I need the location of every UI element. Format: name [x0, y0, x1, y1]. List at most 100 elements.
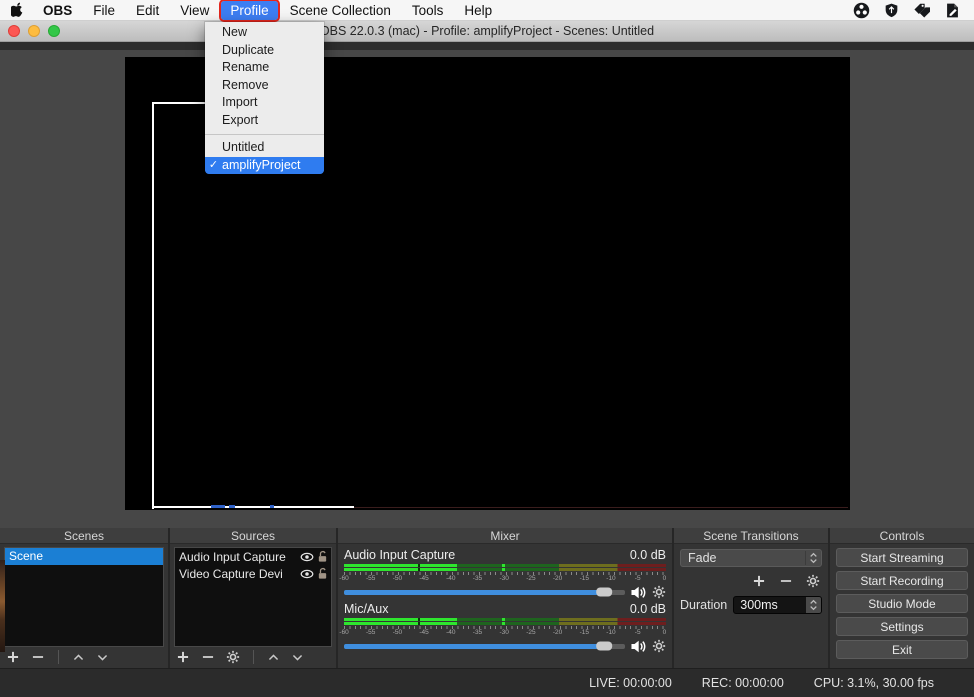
duration-spinbox[interactable]: 300ms [733, 596, 822, 614]
visibility-eye-icon[interactable] [300, 550, 314, 564]
menu-item-import[interactable]: Import [205, 94, 324, 112]
menubar-item-help[interactable]: Help [455, 1, 501, 20]
add-scene-button[interactable] [6, 650, 20, 664]
mixer-channel-name: Audio Input Capture [344, 548, 456, 562]
menu-item-rename[interactable]: Rename [205, 59, 324, 77]
source-list-item[interactable]: Video Capture Devi [175, 565, 331, 582]
video-speck [229, 505, 235, 508]
settings-button[interactable]: Settings [836, 617, 968, 636]
stepper-icon[interactable] [806, 597, 821, 613]
source-list-item[interactable]: Audio Input Capture [175, 548, 331, 565]
scenes-panel: Scenes Scene [0, 528, 168, 668]
speaker-icon[interactable] [630, 639, 647, 654]
window-top-strip [0, 42, 974, 50]
menu-item-label: Remove [222, 77, 269, 92]
move-scene-up-button[interactable] [72, 651, 85, 664]
menubar-item-obs[interactable]: OBS [34, 1, 81, 20]
menu-item-label: Import [222, 95, 258, 109]
document-edit-icon[interactable] [945, 2, 960, 19]
tags-icon[interactable] [913, 2, 931, 18]
remove-source-button[interactable] [201, 650, 215, 664]
menu-item-remove[interactable]: Remove [205, 77, 324, 95]
scenes-list[interactable]: Scene [4, 547, 164, 647]
move-scene-down-button[interactable] [96, 651, 109, 664]
stepper-icon[interactable] [805, 551, 821, 565]
meter-tick-labels: -60 -55 -50 -45 -40 -35 -30 -25 -20 -15 -10 -5 0 [339, 575, 667, 582]
apple-icon[interactable] [10, 2, 26, 18]
menubar-item-tools[interactable]: Tools [403, 1, 453, 20]
minimize-window-button[interactable] [28, 25, 40, 37]
exit-button[interactable]: Exit [836, 640, 968, 659]
menubar-item-file[interactable]: File [84, 1, 124, 20]
speaker-icon[interactable] [630, 585, 647, 600]
cpu-fps: CPU: 3.1%, 30.00 fps [813, 676, 934, 690]
toolbar-divider [253, 650, 254, 664]
channel-settings-gear-icon[interactable] [652, 585, 666, 599]
channel-settings-gear-icon[interactable] [652, 639, 666, 653]
bounding-box-top-edge [152, 102, 206, 104]
canvas-edge-line [354, 507, 848, 508]
sources-list[interactable]: Audio Input Capture Video Capture Devi [174, 547, 332, 647]
menu-item-label: Untitled [222, 140, 265, 154]
move-source-down-button[interactable] [291, 651, 304, 664]
duration-value: 300ms [740, 598, 778, 612]
volume-slider-handle[interactable] [596, 587, 613, 597]
start-recording-button[interactable]: Start Recording [836, 571, 968, 590]
menu-item-label: amplifyProject [222, 157, 301, 172]
mixer-db-value: 0.0 dB [629, 602, 666, 616]
transition-select[interactable]: Fade [680, 549, 822, 567]
bottom-dock: Scenes Scene Sources Audio Input Capture… [0, 528, 974, 668]
start-streaming-button[interactable]: Start Streaming [836, 548, 968, 567]
lock-icon[interactable] [316, 567, 329, 580]
lock-icon[interactable] [316, 550, 329, 563]
mixer-db-value: 0.0 dB [629, 548, 666, 562]
source-name: Audio Input Capture [179, 549, 286, 564]
menu-item-new[interactable]: New [205, 24, 324, 42]
sources-panel: Sources Audio Input Capture Video Capture… [170, 528, 336, 668]
scene-list-item[interactable]: Scene [5, 548, 163, 565]
source-name: Video Capture Devi [179, 566, 283, 581]
toolbar-divider [58, 650, 59, 664]
menu-item-label: Duplicate [222, 42, 275, 57]
live-time: LIVE: 00:00:00 [589, 676, 672, 690]
obs-logo-icon[interactable] [853, 2, 870, 19]
meter-tick-labels: -60 -55 -50 -45 -40 -35 -30 -25 -20 -15 -10 -5 0 [339, 629, 667, 636]
menu-item-untitled[interactable]: Untitled [205, 139, 324, 157]
transition-properties-button[interactable] [806, 574, 820, 588]
zoom-window-button[interactable] [48, 25, 60, 37]
move-source-up-button[interactable] [267, 651, 280, 664]
transition-selected-value: Fade [688, 551, 717, 565]
status-bar: LIVE: 00:00:00 REC: 00:00:00 CPU: 3.1%, … [0, 668, 974, 697]
bounding-box-left-edge [152, 102, 154, 509]
mixer-channel-audio-input-capture: Audio Input Capture 0.0 dB -60 -55 -50 -45 -40… [339, 548, 667, 600]
menu-item-amplifyproject[interactable]: ✓ amplifyProject [205, 156, 324, 174]
visibility-eye-icon[interactable] [300, 567, 314, 581]
shield-icon[interactable] [884, 2, 899, 19]
menu-item-export[interactable]: Export [205, 112, 324, 130]
remove-transition-button[interactable] [779, 574, 793, 588]
window-title: OBS 22.0.3 (mac) - Profile: amplifyProje… [319, 24, 655, 38]
preview-area [0, 50, 974, 528]
controls-panel: Controls Start Streaming Start Recording S… [830, 528, 974, 668]
checkmark-icon: ✓ [208, 158, 219, 171]
menubar-item-profile[interactable]: Profile [219, 0, 280, 22]
menubar-item-edit[interactable]: Edit [127, 1, 168, 20]
remove-scene-button[interactable] [31, 650, 45, 664]
menubar-item-scene-collection[interactable]: Scene Collection [281, 1, 400, 20]
volume-slider-handle[interactable] [596, 641, 613, 651]
menu-item-duplicate[interactable]: Duplicate [205, 42, 324, 60]
close-window-button[interactable] [8, 25, 20, 37]
desktop-wallpaper-sliver [0, 560, 5, 652]
transitions-panel-title: Scene Transitions [674, 528, 828, 544]
mixer-panel-title: Mixer [338, 528, 672, 544]
audio-level-meter [344, 564, 666, 571]
add-source-button[interactable] [176, 650, 190, 664]
studio-mode-button[interactable]: Studio Mode [836, 594, 968, 613]
add-transition-button[interactable] [752, 574, 766, 588]
menu-item-label: New [222, 25, 248, 39]
menubar-item-view[interactable]: View [171, 1, 218, 20]
volume-slider[interactable] [344, 587, 625, 597]
source-properties-button[interactable] [226, 650, 240, 664]
controls-panel-title: Controls [830, 528, 974, 544]
volume-slider[interactable] [344, 641, 625, 651]
